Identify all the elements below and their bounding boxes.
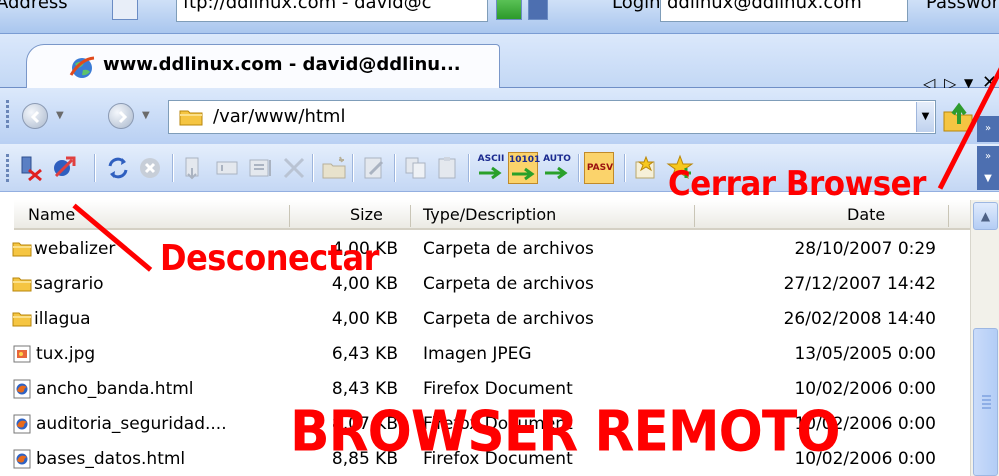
refresh-icon[interactable]	[104, 154, 132, 182]
file-size: 4,00 KB	[331, 309, 398, 329]
folder-icon	[12, 242, 32, 257]
file-size: 6,43 KB	[331, 344, 398, 364]
paste-icon[interactable]	[434, 154, 462, 182]
file-name: webalizer	[34, 239, 116, 259]
file-type: Carpeta de archivos	[423, 309, 594, 329]
toolbar-overflow-icon[interactable]: » ▼	[977, 146, 999, 190]
transfer-arrow-icon	[512, 167, 535, 181]
file-name: illagua	[34, 309, 91, 329]
reconnect-icon[interactable]	[50, 154, 78, 182]
back-history-dropdown-icon[interactable]: ▼	[56, 110, 64, 121]
vertical-scrollbar[interactable]: ▲	[970, 200, 999, 476]
column-name[interactable]: Name	[28, 205, 75, 224]
file-date: 27/12/2007 14:42	[783, 274, 936, 294]
image-file-icon	[13, 345, 31, 363]
file-type: Firefox Document	[423, 379, 573, 399]
forward-button[interactable]	[108, 103, 134, 129]
list-item[interactable]: illagua 4,00 KB Carpeta de archivos 26/0…	[12, 302, 970, 337]
add-bookmark-icon[interactable]	[632, 154, 660, 182]
file-type: Imagen JPEG	[423, 344, 532, 364]
stop-icon[interactable]	[136, 154, 164, 182]
auto-label: AUTO	[543, 154, 571, 164]
file-date: 26/02/2008 14:40	[783, 309, 936, 329]
firefox-document-icon	[13, 379, 31, 399]
back-arrow-icon	[30, 110, 40, 124]
back-button[interactable]	[22, 103, 48, 129]
browser-remoto-annotation: BROWSER REMOTO	[290, 399, 841, 465]
list-item[interactable]: tux.jpg 6,43 KB Imagen JPEG 13/05/2005 0…	[13, 337, 970, 372]
file-name: ancho_banda.html	[36, 379, 194, 399]
firefox-document-icon	[13, 414, 31, 434]
address-value: ftp://ddlinux.com - david@c	[183, 0, 432, 13]
list-item[interactable]: webalizer 4,00 KB Carpeta de archivos 28…	[12, 232, 970, 267]
address-field[interactable]: ftp://ddlinux.com - david@c	[176, 0, 488, 22]
transfer-arrow-icon	[479, 166, 502, 180]
toolbar-grip[interactable]	[6, 100, 10, 130]
login-field[interactable]: ddlinux@ddlinux.com	[660, 0, 908, 22]
connection-tab[interactable]: www.ddlinux.com - david@ddlinu...	[26, 44, 500, 89]
desconectar-annotation: Desconectar	[160, 237, 379, 279]
password-label: Password	[926, 0, 999, 13]
forward-arrow-icon	[118, 110, 128, 124]
connect-icon[interactable]	[496, 0, 522, 20]
cerrar-browser-annotation: Cerrar Browser	[668, 164, 926, 204]
ascii-mode-button[interactable]: ASCII	[476, 152, 506, 184]
file-name: auditoria_seguridad....	[36, 414, 227, 434]
delete-icon[interactable]	[280, 154, 308, 182]
properties-icon[interactable]	[246, 154, 274, 182]
pathbar-overflow-icon[interactable]: »	[977, 116, 999, 142]
column-date[interactable]: Date	[847, 205, 885, 224]
column-size[interactable]: Size	[350, 205, 383, 224]
download-icon[interactable]	[180, 154, 208, 182]
folder-icon	[12, 312, 32, 327]
firefox-document-icon	[13, 449, 31, 469]
new-folder-icon[interactable]	[320, 154, 348, 182]
address-login-bar: Address ftp://ddlinux.com - david@c Logi…	[0, 0, 999, 34]
path-dropdown-icon[interactable]: ▼	[916, 102, 934, 132]
folder-icon	[179, 110, 203, 126]
address-label: Address	[0, 0, 68, 13]
scroll-up-icon[interactable]: ▲	[973, 202, 998, 230]
rename-icon[interactable]	[214, 154, 242, 182]
pasv-label: PASV	[586, 163, 614, 173]
toolbar-overflow-icon[interactable]	[528, 0, 548, 20]
disconnect-icon[interactable]	[16, 154, 44, 182]
scroll-thumb[interactable]	[973, 328, 998, 476]
pasv-toggle-button[interactable]: PASV	[584, 152, 614, 184]
tab-title: www.ddlinux.com - david@ddlinu...	[103, 54, 461, 75]
remote-path: /var/www/html	[213, 106, 346, 127]
folder-icon	[12, 277, 32, 292]
toolbar-grip[interactable]	[6, 154, 10, 184]
file-name: sagrario	[34, 274, 104, 294]
file-type: Carpeta de archivos	[423, 274, 594, 294]
column-type[interactable]: Type/Description	[423, 205, 556, 224]
file-type: Carpeta de archivos	[423, 239, 594, 259]
list-item[interactable]: sagrario 4,00 KB Carpeta de archivos 27/…	[12, 267, 970, 302]
forward-history-dropdown-icon[interactable]: ▼	[142, 110, 150, 121]
login-value: ddlinux@ddlinux.com	[667, 0, 862, 13]
login-label: Login	[612, 0, 661, 13]
binary-label: 10101	[509, 155, 541, 165]
file-date: 10/02/2006 0:00	[794, 379, 936, 399]
file-date: 28/10/2007 0:29	[794, 239, 936, 259]
auto-mode-button[interactable]: AUTO	[542, 152, 572, 184]
file-name: tux.jpg	[36, 344, 96, 364]
file-name: bases_datos.html	[36, 449, 186, 469]
transfer-arrow-icon	[545, 166, 568, 180]
path-bar: ▼ ▼ /var/www/html ▼ »	[0, 88, 999, 144]
ascii-label: ASCII	[477, 154, 505, 164]
site-globe-icon	[69, 56, 95, 78]
file-size: 8,43 KB	[331, 379, 398, 399]
tab-strip: www.ddlinux.com - david@ddlinu... ◁ ▷ ▼ …	[0, 34, 999, 93]
binary-mode-button[interactable]: 10101	[508, 152, 541, 184]
copy-icon[interactable]	[402, 154, 430, 182]
file-list-header: Name Size Type/Description Date	[14, 200, 970, 230]
file-date: 13/05/2005 0:00	[794, 344, 936, 364]
edit-file-icon[interactable]	[360, 154, 388, 182]
remote-path-field[interactable]: /var/www/html ▼	[168, 100, 936, 134]
address-dropdown-icon[interactable]	[112, 0, 138, 20]
